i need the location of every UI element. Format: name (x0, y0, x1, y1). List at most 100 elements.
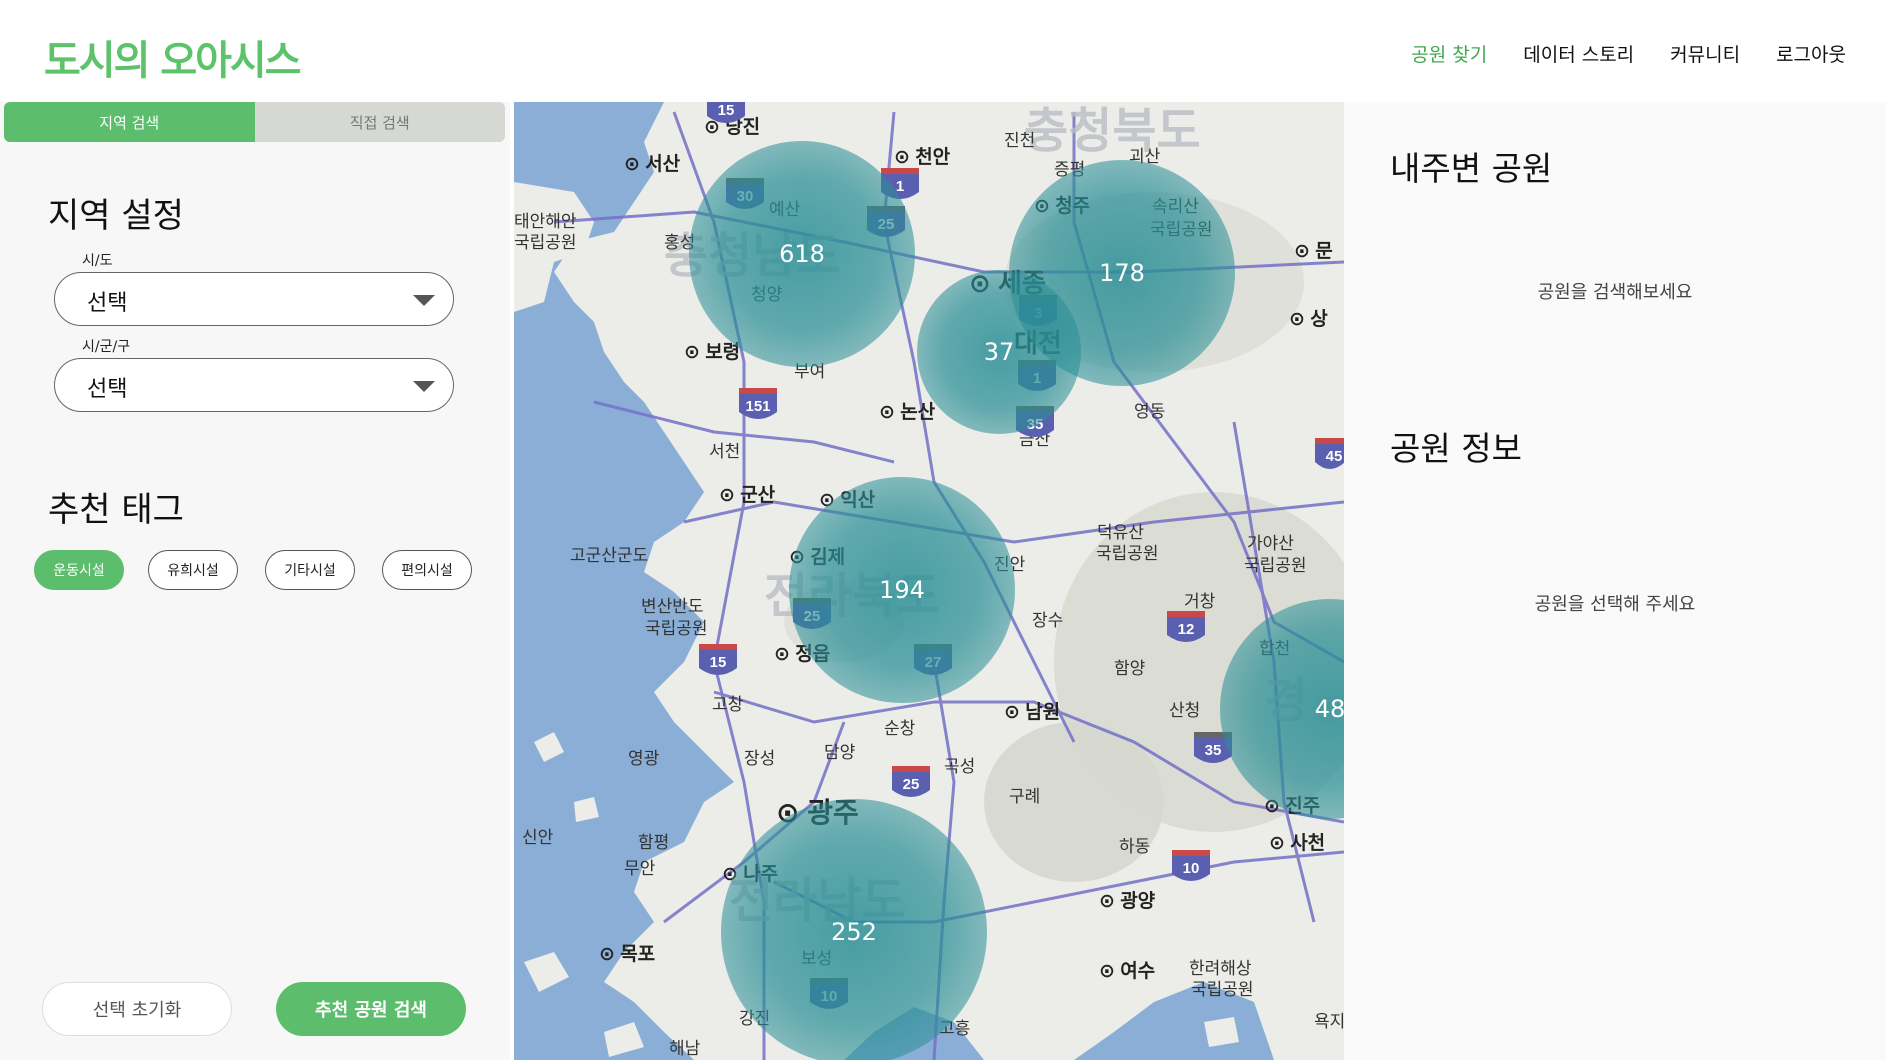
nearby-parks-title: 내주변 공원 (1390, 149, 1553, 188)
city-label: 장수 (1032, 611, 1063, 630)
city-label: 욕지 (1314, 1012, 1344, 1031)
cluster-count: 618 (779, 240, 825, 268)
city-label: ⊙ 서산 (624, 153, 681, 175)
sido-select[interactable]: 선택 (54, 272, 454, 326)
recommended-tags-title: 추천 태그 (48, 490, 184, 530)
park-info-title: 공원 정보 (1390, 429, 1522, 468)
city-label: 국립공원 (514, 233, 577, 252)
city-label: 곡성 (944, 757, 975, 776)
city-label: ⊙ 광양 (1099, 890, 1156, 912)
sido-label: 시/도 (82, 253, 113, 269)
city-label: 국립공원 (1244, 556, 1307, 575)
city-label: ⊙ 사천 (1269, 832, 1325, 854)
svg-text:45: 45 (1326, 448, 1343, 465)
city-label: 무안 (624, 859, 656, 878)
svg-text:25: 25 (903, 776, 920, 793)
map-view[interactable]: 충청북도 충청남도 전라북도 전라남도 경 ⊙ 당진 ⊙ 서산 ⊙ 천안 ⊙ 청… (514, 102, 1344, 1060)
sigungu-select[interactable]: 선택 (54, 358, 454, 412)
nearby-parks-message: 공원을 검색해보세요 (1537, 282, 1693, 303)
city-label: ⊙ 남원 (1004, 701, 1060, 723)
sigungu-value: 선택 (87, 377, 128, 402)
city-label: ⊙ 천안 (894, 146, 951, 168)
city-label: 진천 (1004, 131, 1035, 150)
cluster-count: 178 (1099, 259, 1145, 287)
city-label: 덕유산 (1097, 523, 1144, 542)
cluster-marker[interactable]: 194 (789, 477, 1015, 703)
main-nav: 공원 찾기 데이터 스토리 커뮤니티 로그아웃 (1375, 40, 1846, 67)
highway-shield: 10 (1172, 850, 1210, 881)
city-label: 태안해안 (514, 212, 577, 231)
svg-text:35: 35 (1205, 742, 1222, 759)
city-label: ⊙ 보령 (684, 341, 740, 363)
city-label: 변산반도 (641, 597, 704, 616)
highway-shield: 15 (699, 644, 737, 675)
city-label: 가야산 (1247, 534, 1294, 553)
cluster-marker[interactable]: 618 (689, 141, 915, 367)
cluster-count: 48 (1315, 695, 1344, 723)
city-label: 한려해상 (1189, 959, 1252, 978)
city-label: 국립공원 (1096, 544, 1159, 563)
logo[interactable]: 도시의 오아시스 (44, 28, 302, 86)
city-label: ⊙ 목포 (599, 943, 655, 965)
nav-community[interactable]: 커뮤니티 (1670, 40, 1740, 67)
highway-shield: 25 (892, 766, 930, 797)
nav-logout[interactable]: 로그아웃 (1776, 40, 1846, 67)
city-label: ⊙ 여수 (1099, 960, 1155, 982)
search-panel: 지역 검색 직접 검색 지역 설정 시/도 선택 시/군/구 선택 추천 태그 … (0, 102, 510, 1060)
city-label: 해남 (669, 1039, 701, 1058)
cluster-marker[interactable]: 37 (917, 270, 1081, 434)
city-label: 영동 (1134, 402, 1165, 421)
sido-value: 선택 (87, 291, 128, 316)
tag-convenience[interactable]: 편의시설 (382, 550, 472, 590)
city-label: 신안 (522, 828, 554, 847)
info-panel: 내주변 공원 공원을 검색해보세요 공원 정보 공원을 선택해 주세요 (1344, 102, 1886, 1060)
highway-shield: 12 (1167, 611, 1205, 642)
city-label: 순창 (884, 719, 916, 738)
city-label: 거창 (1184, 592, 1216, 611)
city-label: 하동 (1119, 837, 1150, 856)
tab-direct-search[interactable]: 직접 검색 (254, 102, 505, 142)
search-tabs: 지역 검색 직접 검색 (4, 102, 505, 142)
chevron-down-icon (413, 381, 435, 392)
tag-play[interactable]: 유희시설 (148, 550, 238, 590)
cluster-count: 252 (831, 918, 877, 946)
tag-other[interactable]: 기타시설 (265, 550, 355, 590)
city-label: ⊙ 상 (1289, 308, 1328, 330)
region-settings-title: 지역 설정 (48, 196, 184, 236)
cluster-count: 194 (879, 576, 925, 604)
svg-text:151: 151 (745, 398, 770, 415)
tag-exercise[interactable]: 운동시설 (34, 550, 124, 590)
city-label: 고군산군도 (570, 546, 648, 565)
recommend-search-button[interactable]: 추천 공원 검색 (276, 982, 466, 1036)
city-label: 구례 (1009, 787, 1040, 806)
sigungu-label: 시/군/구 (82, 339, 131, 355)
city-label: ⊙ 논산 (879, 401, 936, 423)
highway-shield: 45 (1315, 438, 1344, 469)
city-label: 영광 (628, 749, 659, 768)
svg-text:1: 1 (896, 178, 904, 195)
city-label: 고창 (712, 695, 744, 714)
city-label: 산청 (1169, 701, 1200, 720)
city-label: 함평 (638, 833, 669, 852)
city-label: 국립공원 (645, 619, 708, 638)
city-label: ⊙ 군산 (719, 484, 776, 506)
svg-text:12: 12 (1178, 621, 1195, 638)
tag-list: 운동시설 유희시설 기타시설 편의시설 (34, 550, 494, 592)
province-label: 충청북도 (1024, 105, 1201, 158)
cluster-count: 37 (984, 338, 1015, 366)
tab-region-search[interactable]: 지역 검색 (4, 102, 255, 142)
header: 도시의 오아시스 공원 찾기 데이터 스토리 커뮤니티 로그아웃 (0, 0, 1886, 102)
cluster-marker[interactable]: 252 (721, 799, 987, 1060)
city-label: 장성 (744, 749, 775, 768)
city-label: ⊙ 문 (1294, 241, 1333, 262)
svg-text:15: 15 (710, 654, 727, 671)
nav-data-story[interactable]: 데이터 스토리 (1523, 40, 1634, 67)
svg-text:10: 10 (1183, 860, 1200, 877)
highway-shield: 151 (739, 388, 777, 419)
reset-button[interactable]: 선택 초기화 (42, 982, 232, 1036)
city-label: 담양 (824, 743, 855, 762)
nav-find-park[interactable]: 공원 찾기 (1411, 40, 1487, 67)
city-label: 서천 (709, 442, 740, 461)
city-label: 함양 (1114, 659, 1145, 678)
city-label: 국립공원 (1191, 980, 1254, 999)
